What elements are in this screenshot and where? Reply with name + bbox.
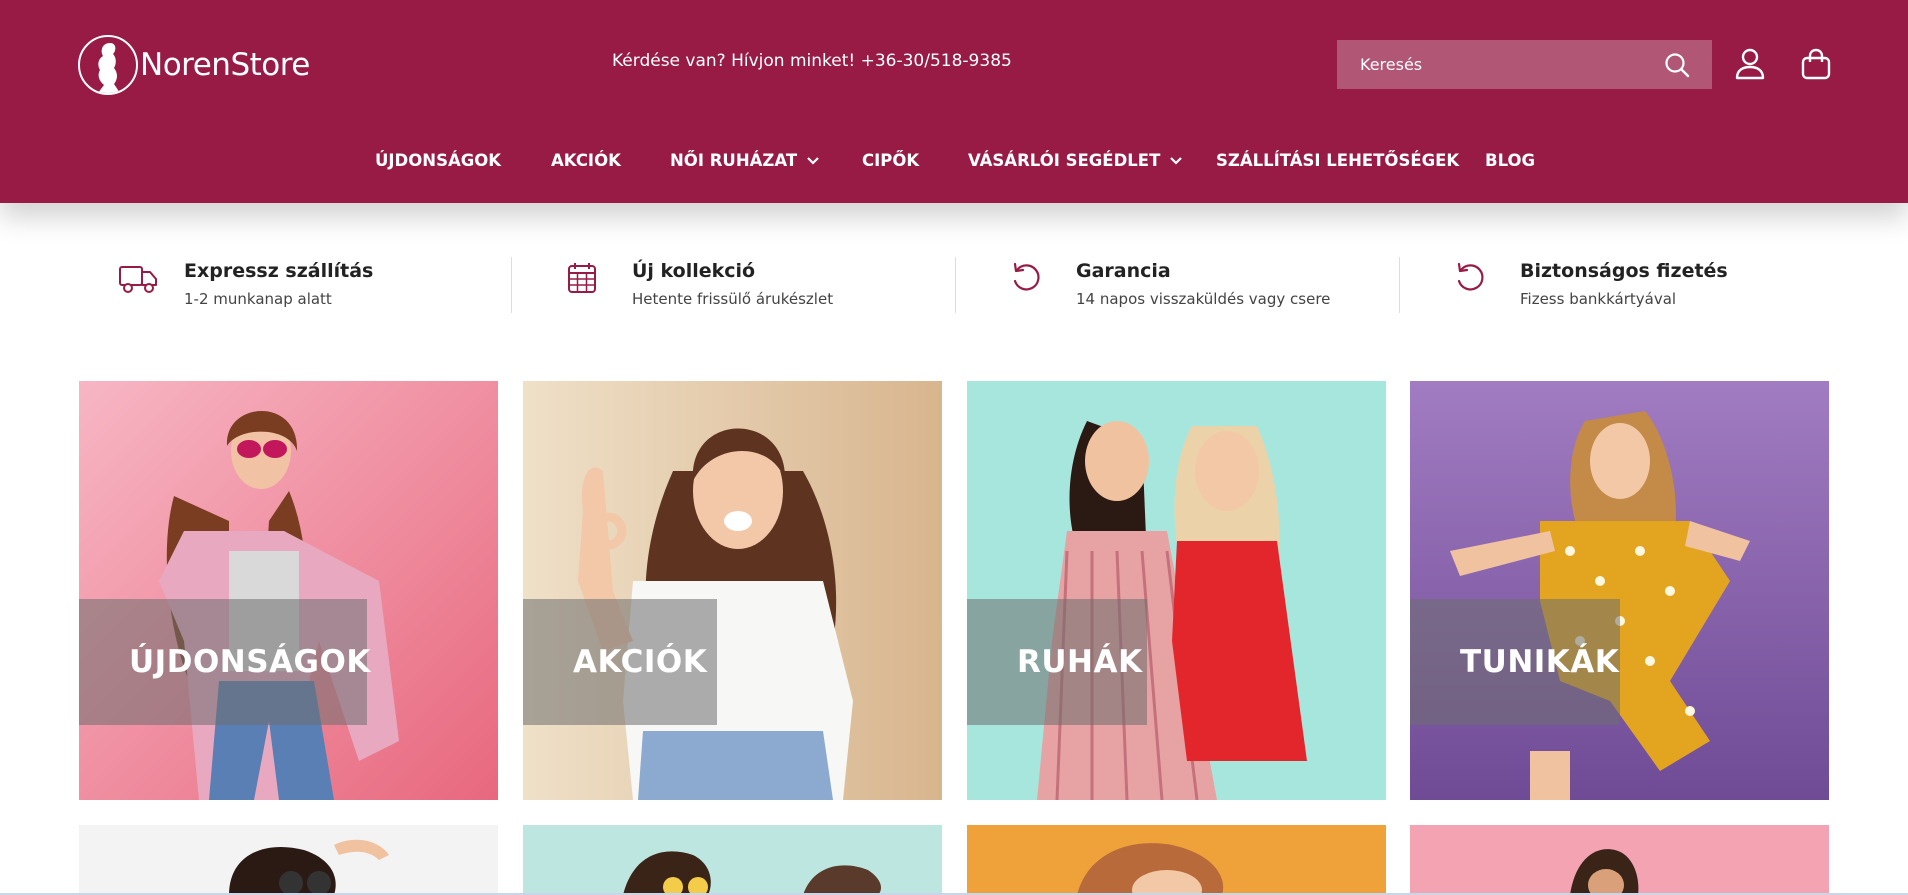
category-tile-ruhak[interactable]: RUHÁK <box>967 381 1386 800</box>
feature-strip: Expressz szállítás 1-2 munkanap alatt Új… <box>0 255 1908 325</box>
nav-label: NŐI RUHÁZAT <box>670 151 798 170</box>
feature-title: Biztonságos fizetés <box>1520 260 1728 282</box>
truck-icon <box>119 266 157 293</box>
category-photo <box>79 381 498 800</box>
logo-silhouette-icon <box>78 35 138 95</box>
category-tile-row2-3[interactable] <box>967 825 1386 895</box>
category-photo <box>79 825 498 895</box>
nav-label: ÚJDONSÁGOK <box>375 151 502 170</box>
category-photo <box>967 825 1386 895</box>
category-photo <box>1410 381 1829 800</box>
nav-item-ujdonsagok[interactable]: ÚJDONSÁGOK <box>375 151 501 170</box>
shopping-bag-icon[interactable] <box>1801 48 1831 84</box>
category-label-box: ÚJDONSÁGOK <box>79 599 370 725</box>
nav-label: BLOG <box>1485 151 1536 170</box>
category-label-box: AKCIÓK <box>523 599 717 725</box>
nav-item-cipok[interactable]: CIPŐK <box>862 151 919 170</box>
nav-item-akciok[interactable]: AKCIÓK <box>551 151 621 170</box>
category-tile-akciok[interactable]: AKCIÓK <box>523 381 942 800</box>
category-photo <box>967 381 1386 800</box>
return-icon <box>1013 262 1040 291</box>
category-photo <box>1410 825 1829 895</box>
contact-phone-text[interactable]: Kérdése van? Hívjon minket! +36-30/518-9… <box>612 51 1012 71</box>
category-tile-tunikak[interactable]: TUNIKÁK <box>1410 381 1829 800</box>
category-tile-row2-1[interactable] <box>79 825 498 895</box>
category-tile-row2-4[interactable] <box>1410 825 1829 895</box>
category-label-box: TUNIKÁK <box>1410 599 1620 725</box>
category-label: TUNIKÁK <box>1460 644 1620 680</box>
category-label: RUHÁK <box>1017 644 1143 680</box>
feature-subtitle: Fizess bankkártyával <box>1520 290 1677 308</box>
user-account-icon[interactable] <box>1735 48 1765 84</box>
chevron-down-icon <box>1170 156 1183 165</box>
chevron-down-icon <box>807 156 819 165</box>
category-tile-row2-2[interactable] <box>523 825 942 895</box>
return-icon <box>1457 262 1484 291</box>
feature-title: Expressz szállítás <box>184 260 374 282</box>
logo-text: NorenStore <box>140 47 310 83</box>
store-logo[interactable]: NorenStore <box>78 35 310 95</box>
nav-label: AKCIÓK <box>551 151 621 170</box>
nav-label: VÁSÁRLÓI SEGÉDLET <box>968 151 1161 170</box>
category-tile-ujdonsagok[interactable]: ÚJDONSÁGOK <box>79 381 498 800</box>
category-label: AKCIÓK <box>573 644 708 680</box>
feature-subtitle: 1-2 munkanap alatt <box>184 290 332 308</box>
category-label-box: RUHÁK <box>967 599 1147 725</box>
nav-item-szallitasi-lehetosegek[interactable]: SZÁLLÍTÁSI LEHETŐSÉGEK <box>1216 151 1459 170</box>
category-photo <box>523 825 942 895</box>
nav-item-noi-ruhazat[interactable]: NŐI RUHÁZAT <box>670 151 820 170</box>
nav-item-blog[interactable]: BLOG <box>1485 151 1535 170</box>
category-label: ÚJDONSÁGOK <box>129 644 371 680</box>
search-icon[interactable] <box>1664 52 1690 82</box>
nav-label: SZÁLLÍTÁSI LEHETŐSÉGEK <box>1216 151 1460 170</box>
feature-divider <box>511 257 512 313</box>
nav-item-vasarloi-segedlet[interactable]: VÁSÁRLÓI SEGÉDLET <box>968 151 1183 170</box>
nav-label: CIPŐK <box>862 151 920 170</box>
search-input[interactable]: Keresés <box>1360 55 1422 74</box>
feature-subtitle: Hetente frissülő árukészlet <box>632 290 834 308</box>
feature-divider <box>1399 257 1400 313</box>
calendar-icon <box>568 263 596 293</box>
feature-title: Garancia <box>1076 260 1171 282</box>
category-photo <box>523 381 942 800</box>
feature-title: Új kollekció <box>632 260 756 282</box>
search-bar[interactable]: Keresés <box>1337 40 1712 89</box>
site-header: NorenStore Kérdése van? Hívjon minket! +… <box>0 0 1908 203</box>
feature-divider <box>955 257 956 313</box>
feature-subtitle: 14 napos visszaküldés vagy csere <box>1076 290 1331 308</box>
